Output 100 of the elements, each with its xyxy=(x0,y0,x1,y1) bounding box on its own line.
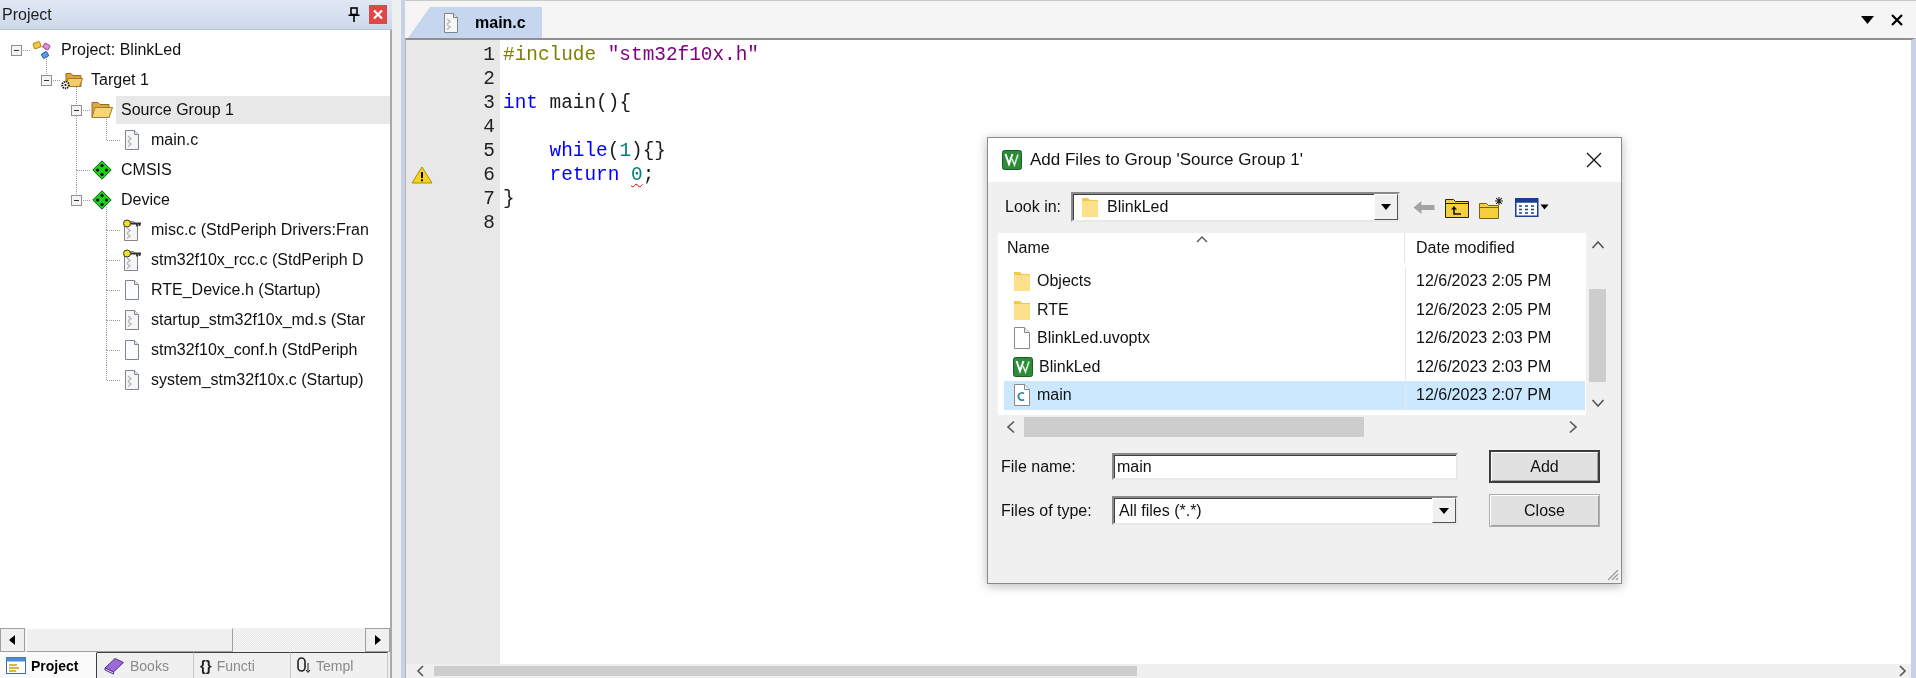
tree-item[interactable]: CMSIS xyxy=(116,156,177,184)
dialog-title: Add Files to Group 'Source Group 1' xyxy=(1030,150,1303,170)
book-icon xyxy=(103,656,125,675)
file-row[interactable]: main 12/6/2023 2:07 PM xyxy=(1004,381,1585,410)
up-folder-icon[interactable] xyxy=(1445,196,1469,218)
folder-icon xyxy=(1013,298,1031,321)
close-icon[interactable] xyxy=(1586,152,1602,168)
column-header[interactable]: Date modified xyxy=(1405,233,1585,263)
tree-item[interactable]: RTE_Device.h (Startup) xyxy=(146,276,326,304)
caret-down-icon[interactable] xyxy=(1861,15,1874,24)
chevron-down-icon[interactable] xyxy=(1590,398,1605,408)
file-row[interactable]: Objects 12/6/2023 2:05 PM xyxy=(1004,267,1585,296)
new-folder-icon[interactable] xyxy=(1479,195,1505,219)
open-folder-icon xyxy=(91,101,113,119)
tree-item[interactable]: Device xyxy=(116,186,175,214)
braces-icon: {} xyxy=(200,657,212,674)
line-number: 6 xyxy=(483,164,495,186)
folder-gear-icon xyxy=(61,70,83,90)
template-icon xyxy=(297,657,311,674)
folder-icon xyxy=(1081,196,1099,218)
close-icon[interactable] xyxy=(1891,13,1903,26)
linked-blocks-icon xyxy=(32,40,52,60)
file-date: 12/6/2023 2:03 PM xyxy=(1416,357,1552,376)
code-line: } xyxy=(503,188,515,210)
blank-page-icon xyxy=(1013,327,1031,350)
code-line: int main(){ xyxy=(503,92,631,114)
tree-item[interactable]: stm32f10x_conf.h (StdPeriph xyxy=(146,336,363,364)
folder-icon xyxy=(1013,270,1031,293)
document-icon xyxy=(124,370,140,390)
add-button[interactable]: Add xyxy=(1489,450,1600,483)
panel-tab[interactable]: {} Functi xyxy=(194,652,291,678)
code-line: while(1){} xyxy=(548,140,666,162)
blank-page-icon xyxy=(124,280,140,300)
field-label: Files of type: xyxy=(1000,501,1092,520)
file-type-dropdown[interactable]: All files (*.*) xyxy=(1112,496,1458,525)
file-row[interactable]: BlinkLed.uvoptx 12/6/2023 2:03 PM xyxy=(1004,324,1585,353)
file-name: RTE xyxy=(1037,300,1069,319)
field-label: File name: xyxy=(1000,457,1076,476)
pin-icon[interactable] xyxy=(348,7,360,22)
caret-down-icon xyxy=(1439,507,1449,514)
tree-item[interactable]: Source Group 1 xyxy=(116,96,390,124)
file-date: 12/6/2023 2:05 PM xyxy=(1416,300,1552,319)
tree-item[interactable]: system_stm32f10x.c (Startup) xyxy=(146,366,369,394)
line-number: 2 xyxy=(483,68,495,90)
file-name: main xyxy=(1037,386,1072,405)
close-button[interactable]: Close xyxy=(1489,494,1600,527)
app-icon xyxy=(1002,150,1022,170)
caret-down-icon xyxy=(1381,204,1391,210)
chevron-up-icon[interactable] xyxy=(1590,240,1605,250)
code-line: return 0; xyxy=(548,164,655,186)
line-number: 5 xyxy=(483,140,495,162)
chevron-left-icon[interactable] xyxy=(416,665,426,677)
blank-page-icon xyxy=(124,340,140,360)
scroll-right-icon[interactable] xyxy=(365,628,390,652)
line-number: 1 xyxy=(483,44,495,66)
scrollbar-thumb[interactable] xyxy=(1589,289,1606,382)
panel-tab[interactable]: Project xyxy=(0,652,97,678)
editor-tab[interactable]: main.c xyxy=(408,7,542,38)
document-icon xyxy=(124,310,140,330)
tree-item[interactable]: main.c xyxy=(146,126,204,154)
file-name: Objects xyxy=(1037,272,1092,291)
panel-title: Project xyxy=(2,5,52,24)
scrollbar-thumb[interactable] xyxy=(26,628,233,652)
look-in-label: Look in: xyxy=(1004,198,1063,216)
code-line: #include "stm32f10x.h" xyxy=(503,44,759,66)
key-document-icon xyxy=(122,249,142,271)
file-row[interactable]: RTE 12/6/2023 2:05 PM xyxy=(1004,295,1585,324)
expander-toggle[interactable] xyxy=(40,74,52,86)
file-date: 12/6/2023 2:05 PM xyxy=(1416,272,1552,291)
file-name: BlinkLed.uvoptx xyxy=(1037,329,1150,348)
chevron-right-icon[interactable] xyxy=(1897,665,1907,677)
resize-grip-icon[interactable] xyxy=(1607,569,1619,581)
app-icon xyxy=(1013,356,1033,377)
tree-item[interactable]: stm32f10x_rcc.c (StdPeriph D xyxy=(146,246,369,274)
diamond-icon xyxy=(92,190,112,210)
file-name-field[interactable]: main xyxy=(1112,453,1458,480)
document-icon xyxy=(124,130,140,150)
document-icon xyxy=(443,12,459,33)
expander-toggle[interactable] xyxy=(70,194,82,206)
tree-item[interactable]: Project: BlinkLed xyxy=(56,36,187,64)
column-header[interactable]: Name xyxy=(998,233,1405,263)
tree-item[interactable]: Target 1 xyxy=(86,66,154,94)
file-name: BlinkLed xyxy=(1039,357,1101,376)
tree-item[interactable]: startup_stm32f10x_md.s (Star xyxy=(146,306,371,334)
chevron-right-icon[interactable] xyxy=(1568,420,1578,434)
scroll-left-icon[interactable] xyxy=(0,628,25,652)
look-in-dropdown[interactable]: BlinkLed xyxy=(1071,192,1400,222)
expander-toggle[interactable] xyxy=(70,104,82,116)
expander-toggle[interactable] xyxy=(10,44,22,56)
view-menu-icon[interactable] xyxy=(1515,197,1549,217)
file-date: 12/6/2023 2:07 PM xyxy=(1416,386,1552,405)
tree-item[interactable]: misc.c (StdPeriph Drivers:Fran xyxy=(146,216,374,244)
chevron-left-icon[interactable] xyxy=(1006,420,1016,434)
file-date: 12/6/2023 2:03 PM xyxy=(1416,329,1552,348)
c-file-icon xyxy=(1013,384,1031,407)
scrollbar-thumb[interactable] xyxy=(434,666,1137,676)
window-icon xyxy=(6,657,26,674)
scrollbar-thumb[interactable] xyxy=(1024,417,1364,437)
key-document-icon xyxy=(122,219,142,241)
line-number: 8 xyxy=(483,212,495,234)
